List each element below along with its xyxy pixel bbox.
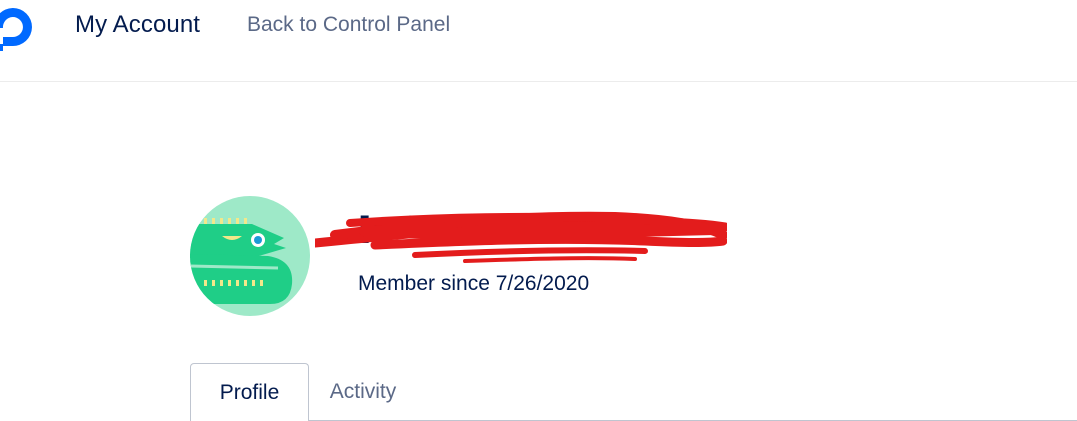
tab-activity[interactable]: Activity: [309, 363, 417, 421]
profile-tabs: Profile Activity: [190, 363, 1077, 421]
tab-profile[interactable]: Profile: [190, 363, 309, 421]
member-since-text: Member since 7/26/2020: [358, 272, 590, 295]
username-block: [redacted]: [315, 205, 727, 265]
page-title: My Account: [75, 11, 201, 38]
top-header: My Account Back to Control Panel: [0, 0, 1077, 82]
back-to-control-panel-link[interactable]: Back to Control Panel: [247, 13, 450, 37]
redaction-scribble: [315, 211, 727, 263]
dragon-avatar-icon[interactable]: [190, 196, 310, 316]
digitalocean-logo-icon[interactable]: [0, 4, 44, 52]
